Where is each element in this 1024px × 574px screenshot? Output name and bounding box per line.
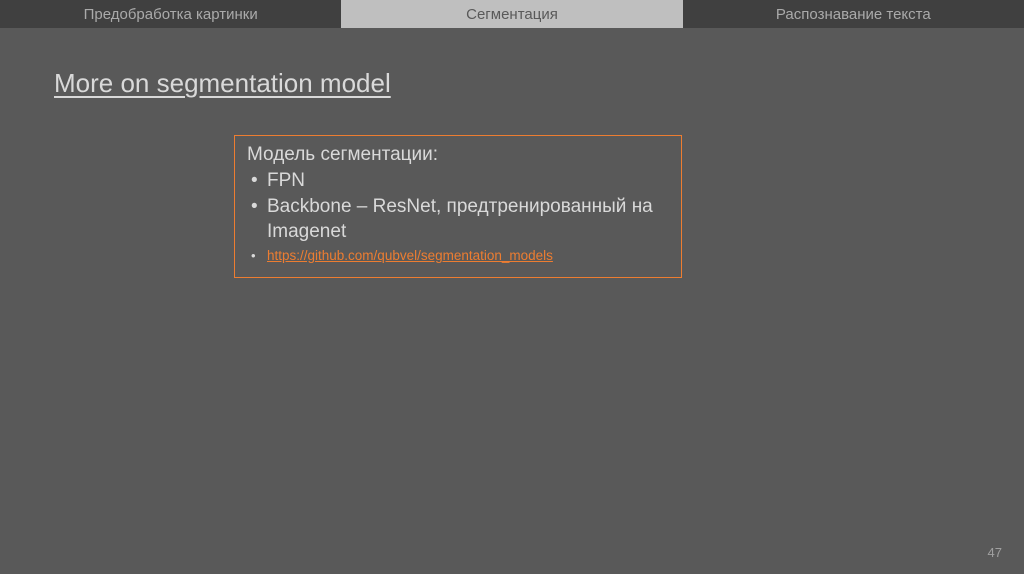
info-bullet-fpn: FPN [247, 168, 669, 194]
info-list: FPN Backbone – ResNet, предтренированный… [247, 168, 669, 267]
tab-bar: Предобработка картинки Сегментация Распо… [0, 0, 1024, 28]
page-number: 47 [988, 545, 1002, 560]
tab-text-recognition[interactable]: Распознавание текста [683, 0, 1024, 28]
tab-segmentation[interactable]: Сегментация [341, 0, 682, 28]
github-link[interactable]: https://github.com/qubvel/segmentation_m… [267, 248, 553, 263]
info-box-title: Модель сегментации: [247, 144, 669, 166]
info-bullet-backbone: Backbone – ResNet, предтренированный на … [247, 194, 669, 245]
tab-preprocessing[interactable]: Предобработка картинки [0, 0, 341, 28]
segmentation-info-box: Модель сегментации: FPN Backbone – ResNe… [234, 135, 682, 278]
info-bullet-link: https://github.com/qubvel/segmentation_m… [247, 245, 669, 267]
slide-heading: More on segmentation model [54, 68, 1024, 99]
